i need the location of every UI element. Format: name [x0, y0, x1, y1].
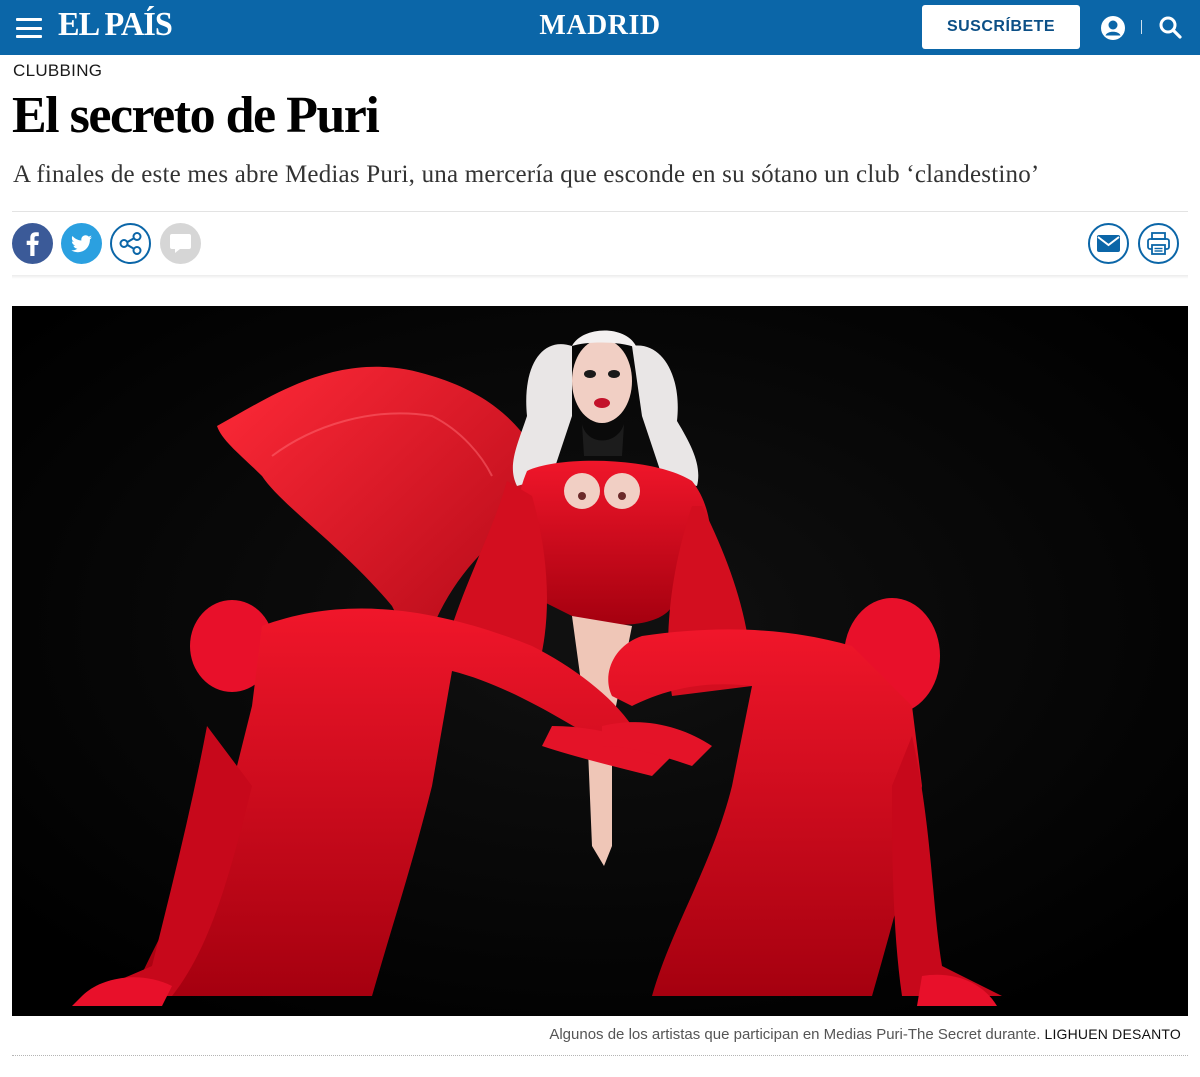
comments-button[interactable]	[160, 223, 201, 264]
share-bar-bottom-border	[12, 275, 1188, 279]
facebook-icon	[26, 232, 39, 256]
site-logo[interactable]: EL PAÍS	[58, 6, 173, 44]
article-kicker[interactable]: CLUBBING	[13, 61, 102, 81]
top-navigation-bar: EL PAÍS MADRID SUSCRÍBETE	[0, 0, 1200, 55]
divider-top	[12, 211, 1188, 212]
hamburger-menu-icon[interactable]	[14, 14, 44, 42]
article-title: El secreto de Puri	[12, 87, 380, 144]
twitter-share-button[interactable]	[61, 223, 102, 264]
photo-credit: LIGHUEN DESANTO	[1044, 1026, 1181, 1042]
search-icon[interactable]	[1158, 15, 1182, 39]
header-divider	[1141, 20, 1142, 34]
share-button[interactable]	[110, 223, 151, 264]
performers-photo-illustration	[12, 306, 1188, 1016]
twitter-icon	[71, 235, 92, 253]
email-share-button[interactable]	[1088, 223, 1129, 264]
mail-icon	[1097, 235, 1120, 252]
article-main-photo[interactable]	[12, 306, 1188, 1016]
share-icon	[119, 232, 142, 255]
user-account-icon[interactable]	[1100, 15, 1126, 41]
comment-icon	[170, 234, 191, 253]
print-icon	[1147, 232, 1170, 255]
photo-caption-text: Algunos de los artistas que participan e…	[549, 1026, 1041, 1043]
subscribe-button[interactable]: SUSCRÍBETE	[922, 5, 1080, 49]
facebook-share-button[interactable]	[12, 223, 53, 264]
article-subtitle: A finales de este mes abre Medias Puri, …	[13, 161, 1040, 188]
print-button[interactable]	[1138, 223, 1179, 264]
photo-caption: Algunos de los artistas que participan e…	[549, 1026, 1181, 1043]
caption-divider	[12, 1055, 1188, 1056]
